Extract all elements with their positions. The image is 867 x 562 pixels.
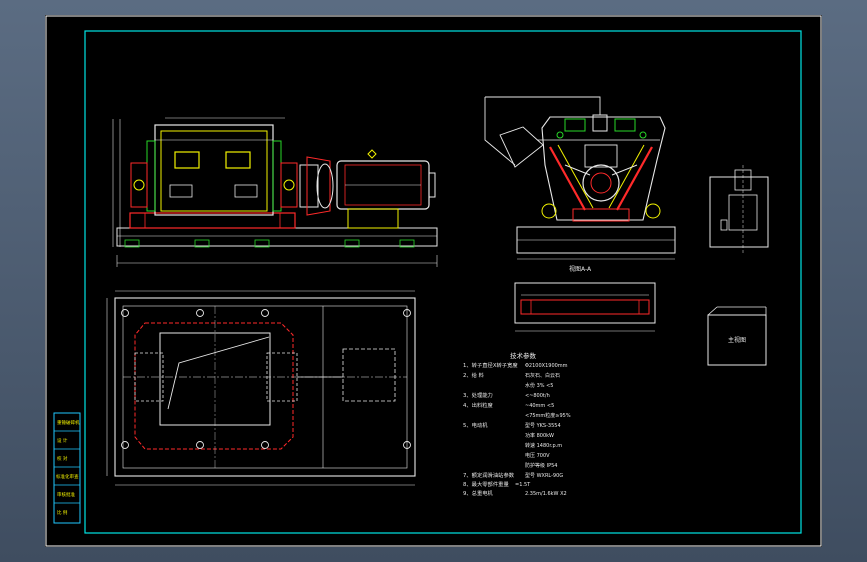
spec-value: 石灰石、白云石 xyxy=(525,372,560,379)
spec-value: =1.5T xyxy=(515,482,531,488)
tech-spec-title: 技术参数 xyxy=(510,351,537,360)
spec-value: 转速 1480r.p.m xyxy=(525,442,562,449)
title-block-cell: 审核批准 xyxy=(57,491,75,498)
drawing-frame xyxy=(84,30,802,534)
small-box-label: 主视图 xyxy=(728,336,746,344)
cad-viewport[interactable]: 视图A-A 主视图 技术参数 1、转子直径X转子宽度 2、给 料 3、处理能力 … xyxy=(0,0,867,562)
spec-line: 5、电动机 xyxy=(463,421,488,429)
drawing-sheet: 视图A-A 主视图 技术参数 1、转子直径X转子宽度 2、给 料 3、处理能力 … xyxy=(45,15,822,547)
spec-value: <75mm粒度≥95% xyxy=(525,412,571,419)
spec-line: 7、额定润滑油站参数 xyxy=(463,471,515,479)
side-view xyxy=(484,96,676,260)
spec-line: 4、出料粒度 xyxy=(463,401,494,409)
spec-value: Φ2100X1900mm xyxy=(525,363,568,369)
side-detail xyxy=(709,165,769,255)
spec-value: 电压 700V xyxy=(525,452,550,459)
spec-value: 水份 3% <5 xyxy=(525,382,553,389)
spec-line: 9、总重电机 xyxy=(463,489,494,497)
plan-view xyxy=(106,290,416,486)
spec-value: 型号 WXRL-90G xyxy=(525,472,563,479)
cad-drawing: 视图A-A 主视图 技术参数 1、转子直径X转子宽度 2、给 料 3、处理能力 … xyxy=(45,15,822,547)
spec-value: ~40mm <5 xyxy=(525,403,554,409)
spec-value: 防护等级 IP54 xyxy=(525,462,557,469)
spec-value: 2.35m/1.6kW X2 xyxy=(525,491,567,497)
small-view-box: 主视图 xyxy=(707,306,767,366)
spec-line: 2、给 料 xyxy=(463,371,485,379)
section-label: 视图A-A xyxy=(569,265,592,273)
spec-value: 功率 800kW xyxy=(525,432,554,439)
tech-spec: 技术参数 1、转子直径X转子宽度 2、给 料 3、处理能力 4、出料粒度 5、电… xyxy=(463,351,571,497)
spec-value: 型号 YKS-3554 xyxy=(525,422,561,429)
title-block-cell: 设 计 xyxy=(57,437,68,444)
spec-line: 1、转子直径X转子宽度 xyxy=(463,361,518,369)
title-block-cell: 重锤破碎机 xyxy=(57,419,80,426)
section-a-a: 视图A-A xyxy=(514,265,656,332)
spec-line: 8、最大零部件重量 xyxy=(463,480,509,488)
title-block-cell: 比 例 xyxy=(57,509,68,516)
front-view xyxy=(112,117,438,267)
spec-line: 3、处理能力 xyxy=(463,391,493,399)
title-block-cell: 标准化审查 xyxy=(56,473,79,480)
sheet-outer-border xyxy=(45,15,822,547)
spec-value: <~800t/h xyxy=(525,393,550,399)
title-block: 重锤破碎机 设 计 校 对 标准化审查 审核批准 比 例 xyxy=(53,412,81,524)
title-block-cell: 校 对 xyxy=(57,455,68,462)
